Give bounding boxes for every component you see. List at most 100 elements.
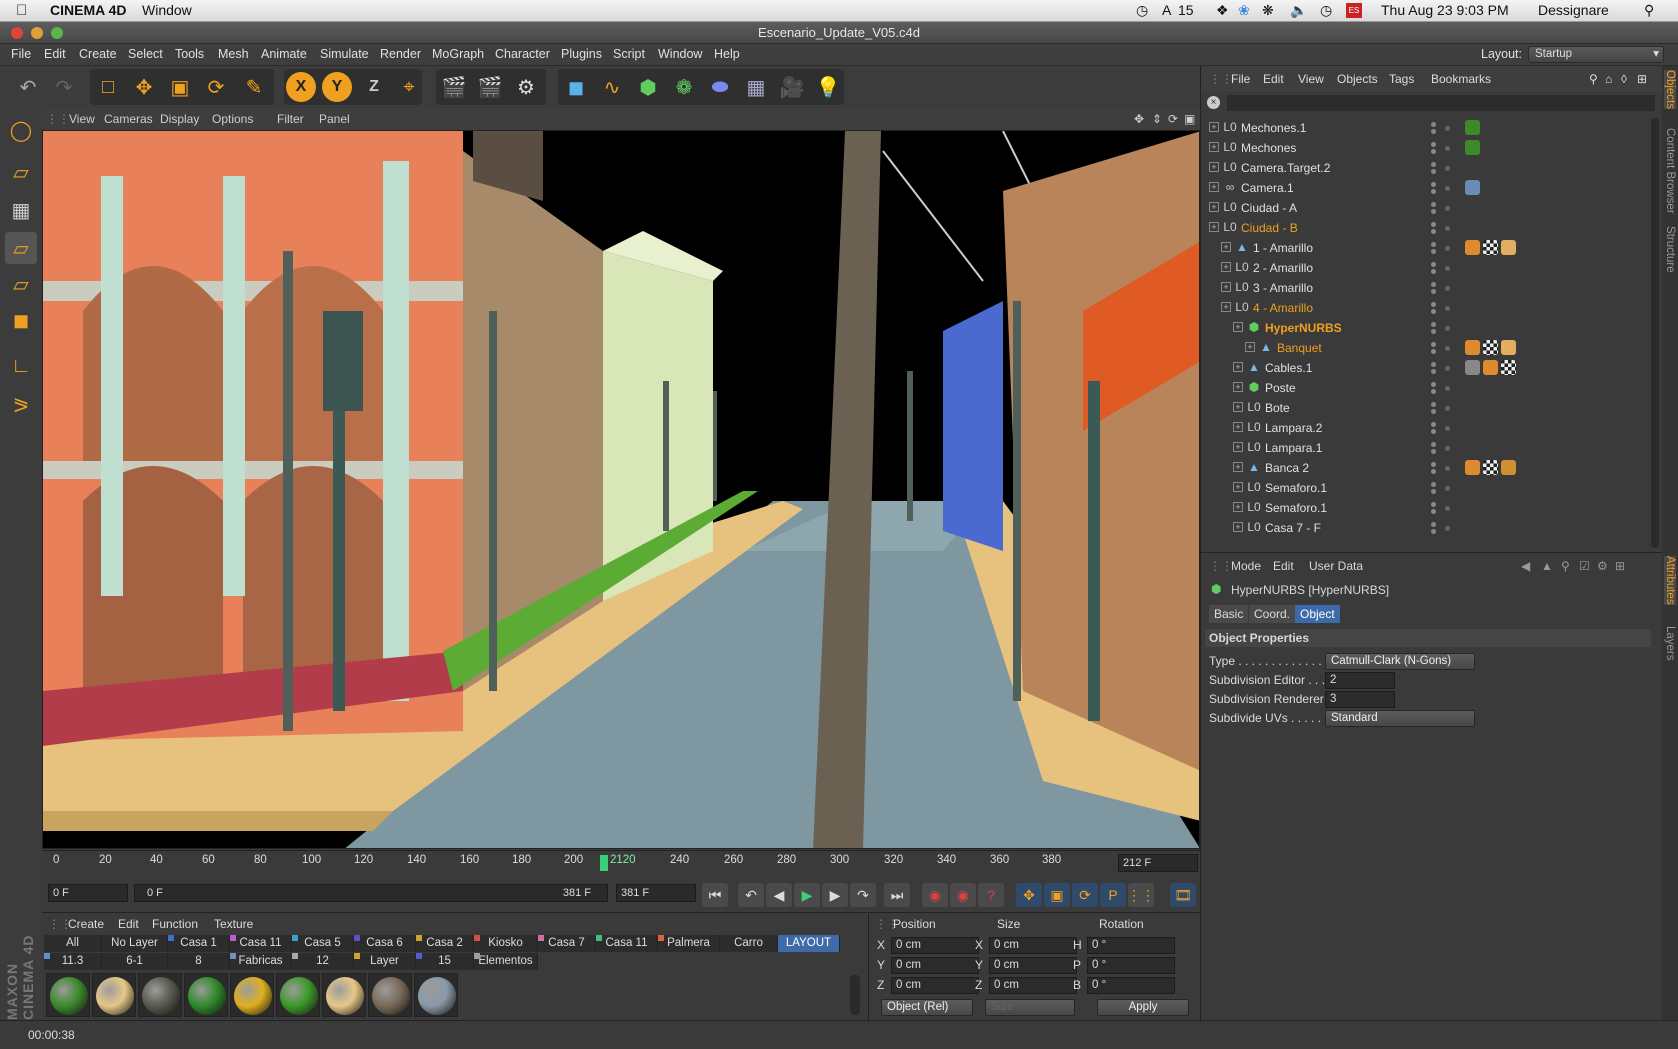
layer-filter-tab[interactable]: Elementos	[474, 953, 538, 970]
layer-filter-tab[interactable]: 15	[416, 953, 474, 970]
material-menu-texture[interactable]: Texture	[214, 917, 253, 931]
end-frame-field[interactable]: 212 F	[1118, 854, 1198, 872]
editor-visibility-dot[interactable]	[1431, 362, 1436, 367]
autokeying-icon[interactable]: ◉	[950, 883, 976, 907]
viewport-menu-options[interactable]: Options	[212, 112, 253, 126]
editor-visibility-dot[interactable]	[1431, 342, 1436, 347]
enabled-toggle-dot[interactable]	[1445, 346, 1450, 351]
viewport-menu-filter[interactable]: Filter	[277, 112, 304, 126]
expand-toggle-icon[interactable]: +	[1233, 322, 1243, 332]
panel-grip-icon[interactable]: ⋮⋮	[46, 112, 70, 126]
tag-dots-icon[interactable]	[1465, 240, 1480, 255]
enabled-toggle-dot[interactable]	[1445, 486, 1450, 491]
make-editable-icon[interactable]: ◯	[5, 114, 37, 146]
editor-visibility-dot[interactable]	[1431, 202, 1436, 207]
expand-toggle-icon[interactable]: +	[1233, 442, 1243, 452]
mac-window-menu[interactable]: Window	[142, 2, 192, 18]
panel-grip-icon[interactable]: ⋮⋮	[1209, 559, 1233, 573]
editor-visibility-dot[interactable]	[1431, 422, 1436, 427]
render-visibility-dot[interactable]	[1431, 409, 1436, 414]
apply-button[interactable]: Apply	[1097, 999, 1189, 1016]
tag-sand-icon[interactable]	[1501, 340, 1516, 355]
apple-icon[interactable]: 	[16, 2, 27, 19]
render-visibility-dot[interactable]	[1431, 129, 1436, 134]
enabled-toggle-dot[interactable]	[1445, 526, 1450, 531]
volume-icon[interactable]: 🔈	[1290, 2, 1307, 19]
material-swatch[interactable]	[184, 973, 228, 1017]
enabled-toggle-dot[interactable]	[1445, 146, 1450, 151]
snap-icon[interactable]: ⪖	[5, 388, 37, 420]
layer-filter-tab[interactable]: Casa 1	[168, 935, 230, 952]
texture-mode-icon[interactable]: ▦	[5, 194, 37, 226]
tag-gray-icon[interactable]	[1465, 360, 1480, 375]
tab-object[interactable]: Object	[1295, 605, 1340, 623]
dropbox-icon[interactable]: ❖	[1216, 2, 1229, 19]
model-mode-icon[interactable]: ▱	[5, 156, 37, 188]
expand-toggle-icon[interactable]: +	[1233, 482, 1243, 492]
viewport-menu-view[interactable]: View	[69, 112, 95, 126]
editor-visibility-dot[interactable]	[1431, 162, 1436, 167]
tag-green-icon[interactable]	[1465, 140, 1480, 155]
previous-key-icon[interactable]: ↶	[738, 883, 764, 907]
key-position-icon[interactable]: ✥	[1016, 883, 1042, 907]
tag-checker-icon[interactable]	[1501, 360, 1516, 375]
layer-filter-tab[interactable]: 11.3	[44, 953, 102, 970]
coord-value-field[interactable]: 0 cm	[989, 977, 1077, 994]
expand-toggle-icon[interactable]: +	[1233, 362, 1243, 372]
tab-content-browser[interactable]: Content Browser	[1664, 128, 1676, 214]
expand-toggle-icon[interactable]: +	[1209, 182, 1219, 192]
tab-layers[interactable]: Layers	[1664, 626, 1676, 661]
material-scrollbar[interactable]	[850, 975, 860, 1015]
material-swatch[interactable]	[322, 973, 366, 1017]
editor-visibility-dot[interactable]	[1431, 322, 1436, 327]
expand-toggle-icon[interactable]: +	[1209, 162, 1219, 172]
polygons-mode-icon[interactable]: ◼	[5, 304, 37, 336]
editor-visibility-dot[interactable]	[1431, 502, 1436, 507]
expand-toggle-icon[interactable]: +	[1233, 522, 1243, 532]
menu-edit[interactable]: Edit	[44, 47, 66, 61]
object-tree-row[interactable]: + L0 Lampara.2	[1207, 418, 1641, 438]
expand-toggle-icon[interactable]: +	[1209, 122, 1219, 132]
new-panel-icon[interactable]: ⊞	[1637, 72, 1647, 86]
viewport-menu-cameras[interactable]: Cameras	[104, 112, 153, 126]
frame-range-slider[interactable]: 0 F 381 F	[134, 884, 608, 902]
expand-toggle-icon[interactable]: +	[1233, 462, 1243, 472]
editor-visibility-dot[interactable]	[1431, 442, 1436, 447]
adobe-icon[interactable]: A	[1162, 2, 1171, 18]
nurbs-icon[interactable]: ⬢	[632, 71, 664, 103]
render-visibility-dot[interactable]	[1431, 449, 1436, 454]
play-icon[interactable]: ▶	[794, 883, 820, 907]
enabled-toggle-dot[interactable]	[1445, 266, 1450, 271]
light-icon[interactable]: 💡	[812, 71, 844, 103]
tag-dots-icon[interactable]	[1465, 340, 1480, 355]
editor-visibility-dot[interactable]	[1431, 262, 1436, 267]
sync-icon[interactable]: ❀	[1238, 2, 1250, 19]
menu-script[interactable]: Script	[613, 47, 645, 61]
camera-icon[interactable]: 🎥	[776, 71, 808, 103]
enabled-toggle-dot[interactable]	[1445, 226, 1450, 231]
render-visibility-dot[interactable]	[1431, 369, 1436, 374]
layer-filter-tab[interactable]: Carro	[720, 935, 778, 952]
max-frame-field[interactable]: 381 F	[616, 884, 696, 902]
material-menu-function[interactable]: Function	[152, 917, 198, 931]
close-window-icon[interactable]	[11, 27, 23, 39]
menu-select[interactable]: Select	[128, 47, 163, 61]
object-tree-row[interactable]: + ⬢ Poste	[1207, 378, 1641, 398]
menu-help[interactable]: Help	[714, 47, 740, 61]
expand-toggle-icon[interactable]: +	[1233, 502, 1243, 512]
object-tree-row[interactable]: + L0 Mechones.1	[1207, 118, 1641, 138]
expand-toggle-icon[interactable]: +	[1221, 262, 1231, 272]
search-icon[interactable]: ⚲	[1589, 72, 1598, 86]
clear-search-icon[interactable]: ×	[1207, 96, 1220, 109]
layer-filter-tab[interactable]: Layer	[354, 953, 416, 970]
playhead[interactable]	[600, 855, 608, 871]
render-picture-viewer-icon[interactable]: 🎬	[474, 71, 506, 103]
search-icon[interactable]: ⚲	[1561, 559, 1570, 573]
layer-filter-tab[interactable]: Casa 11	[596, 935, 658, 952]
home-icon[interactable]: ⌂	[1605, 72, 1612, 86]
layer-filter-tab[interactable]: No Layer	[102, 935, 168, 952]
spline-icon[interactable]: ∿	[596, 71, 628, 103]
x-axis-toggle[interactable]: X	[286, 72, 316, 102]
viewport-menu-panel[interactable]: Panel	[319, 112, 350, 126]
time-machine-icon[interactable]: ◷	[1136, 2, 1148, 19]
